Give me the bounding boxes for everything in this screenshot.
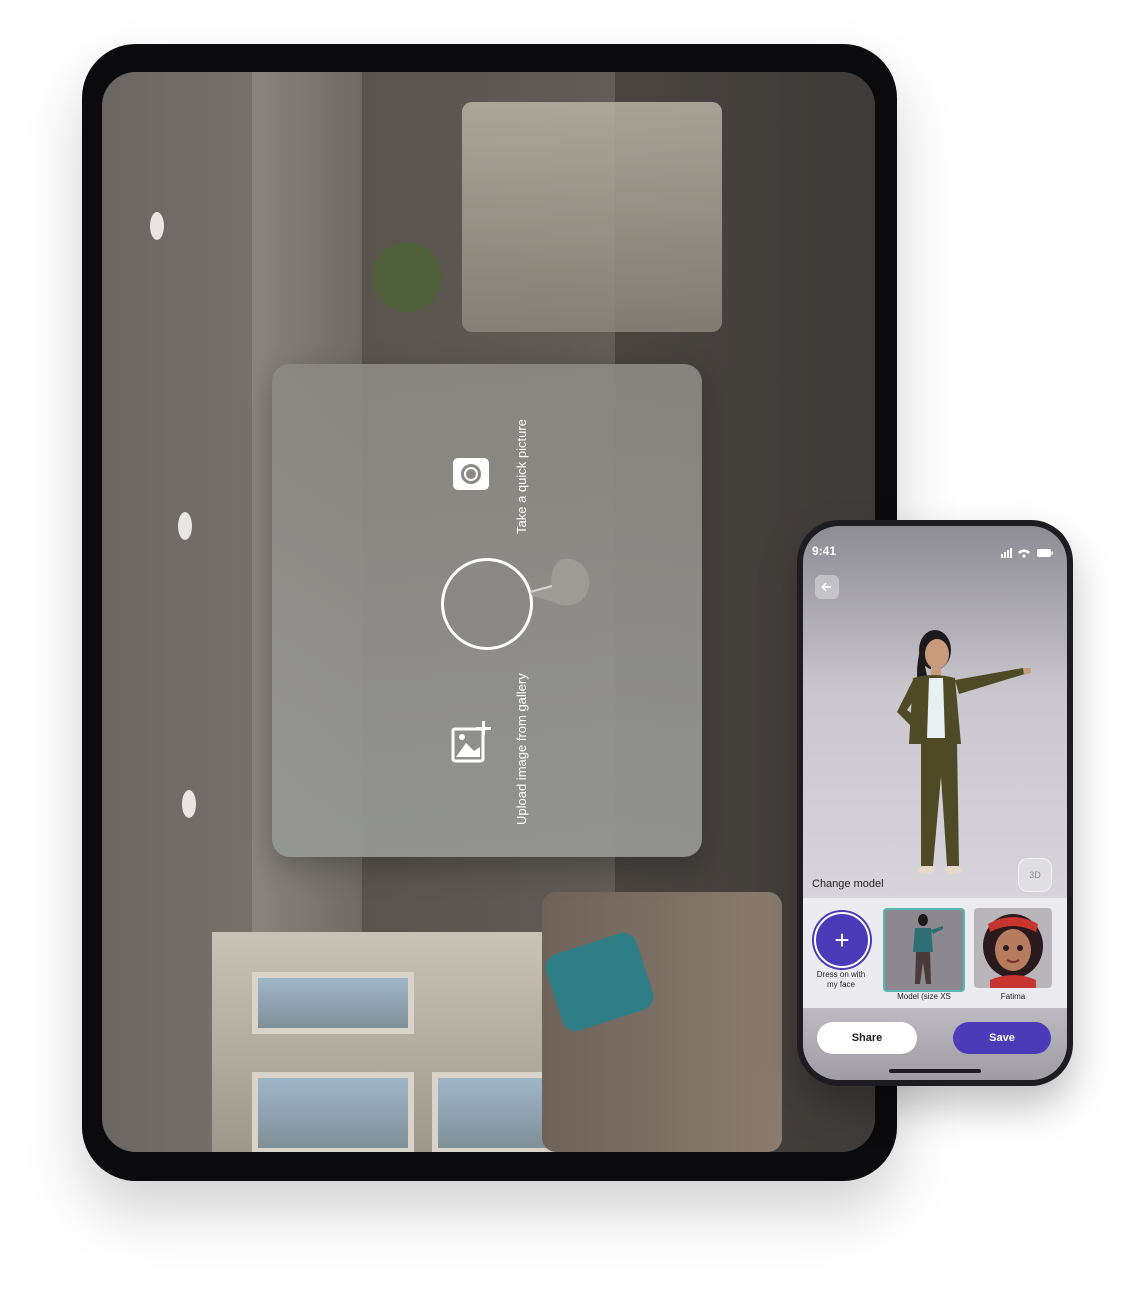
hand-pointer-icon: [526, 552, 606, 612]
home-indicator: [889, 1069, 981, 1073]
share-button[interactable]: Share: [817, 1022, 917, 1054]
phone-device: 9:41 3D Change model + Dress on with my …: [797, 520, 1073, 1086]
ceiling-light: [182, 790, 196, 818]
arrow-left-icon: [821, 582, 831, 592]
model-thumbnail-fatima[interactable]: [974, 908, 1052, 988]
view-3d-button[interactable]: 3D: [1018, 858, 1052, 892]
dining-chairs: [462, 102, 722, 332]
model-selector-tray: + Dress on with my face Model (size XS F…: [803, 898, 1067, 1008]
dress-with-face-label: Dress on with my face: [816, 970, 866, 989]
dress-with-face-button[interactable]: +: [814, 912, 870, 968]
action-bar: Share Save: [803, 1008, 1067, 1080]
upload-from-gallery-label: Upload image from gallery: [514, 673, 529, 825]
tablet-device: Take a quick picture Upload image from g…: [82, 44, 897, 1181]
model-thumbnail-xs[interactable]: [883, 908, 965, 992]
phone-screen: 9:41 3D Change model + Dress on with my …: [803, 526, 1067, 1080]
back-button[interactable]: [815, 575, 839, 599]
avatar-model[interactable]: [863, 616, 1033, 891]
ceiling-light: [150, 212, 164, 240]
rotate-3d-icon: 3D: [1029, 870, 1041, 880]
camera-icon[interactable]: [450, 452, 492, 494]
take-quick-picture-label: Take a quick picture: [514, 419, 529, 534]
gallery-upload-icon[interactable]: [450, 719, 494, 763]
save-button[interactable]: Save: [953, 1022, 1051, 1054]
status-time: 9:41: [812, 544, 837, 558]
ceiling-light: [178, 512, 192, 540]
camera-viewfinder: Take a quick picture Upload image from g…: [102, 72, 875, 1152]
model-xs-label: Model (size XS: [897, 992, 951, 1001]
change-model-label: Change model: [812, 878, 884, 890]
status-icons: [1001, 545, 1053, 558]
capture-panel: Take a quick picture Upload image from g…: [272, 364, 702, 857]
plus-icon: +: [834, 924, 850, 955]
model-fatima-label: Fatima: [1000, 992, 1026, 1001]
plant: [372, 242, 442, 312]
window-pane: [252, 972, 414, 1034]
window-pane: [252, 1072, 414, 1152]
shutter-button[interactable]: [441, 558, 533, 650]
